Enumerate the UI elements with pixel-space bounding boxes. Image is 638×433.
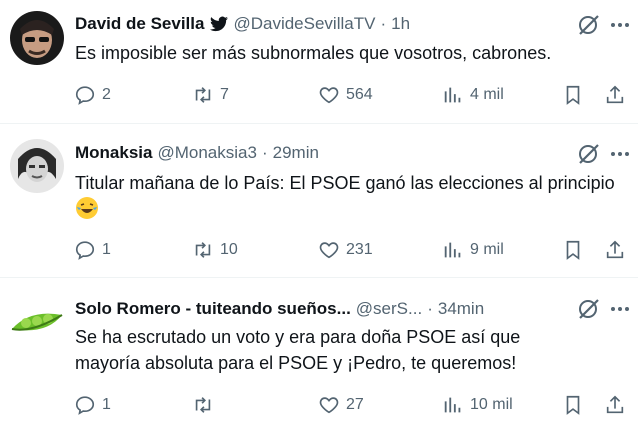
like-count: 27 — [346, 396, 364, 413]
tweet-text: Titular mañana de lo País: El PSOE ganó … — [75, 170, 616, 223]
views-count: 10 mil — [470, 396, 513, 413]
views-count: 4 mil — [470, 86, 504, 103]
like-count: 564 — [346, 86, 373, 103]
more-icon[interactable] — [610, 299, 630, 319]
tweet-text: Es imposible ser más subnormales que vos… — [75, 43, 552, 63]
grok-icon[interactable] — [576, 12, 602, 38]
retweet-button[interactable]: 7 — [192, 82, 229, 108]
share-icon — [606, 240, 624, 259]
heart-icon — [319, 242, 339, 259]
reply-count: 2 — [102, 86, 111, 103]
reply-icon — [75, 241, 95, 260]
tweet-text-line: Se ha escrutado un voto y era para doña … — [75, 327, 521, 347]
views-icon — [444, 397, 461, 413]
avatar[interactable] — [10, 295, 64, 349]
tweet-text: Se ha escrutado un voto y era para doña … — [75, 324, 616, 376]
author-name[interactable]: Solo Romero - tuiteando sueños... — [75, 299, 351, 319]
heart-icon — [319, 87, 339, 104]
author-handle[interactable]: @Monaksia3 — [157, 143, 256, 163]
bookmark-button[interactable] — [562, 392, 584, 418]
tweet-header: Solo Romero - tuiteando sueños... @serS.… — [75, 298, 564, 320]
retweet-button[interactable]: 10 — [192, 237, 238, 263]
timestamp[interactable]: 29min — [273, 143, 319, 163]
views-icon — [444, 87, 461, 103]
like-button[interactable]: 564 — [318, 82, 373, 108]
tweet-3[interactable]: Solo Romero - tuiteando sueños... @serS.… — [0, 278, 638, 433]
grok-icon[interactable] — [576, 296, 602, 322]
bookmark-icon — [566, 240, 580, 260]
share-button[interactable] — [604, 82, 626, 108]
tweet-feed: David de Sevilla @DavideSevillaTV · 1h E… — [0, 0, 638, 433]
like-button[interactable]: 231 — [318, 237, 373, 263]
twitter-bird-icon — [210, 16, 229, 32]
reply-button[interactable]: 1 — [74, 392, 111, 418]
retweet-count: 7 — [220, 86, 229, 103]
more-icon[interactable] — [610, 15, 630, 35]
reply-count: 1 — [102, 241, 111, 258]
separator-dot: · — [261, 143, 268, 162]
reply-icon — [75, 86, 95, 105]
author-handle[interactable]: @DavideSevillaTV — [233, 14, 375, 34]
retweet-button[interactable] — [192, 392, 220, 418]
bookmark-icon — [566, 85, 580, 105]
tweet-actions: 1 27 10 mil — [74, 392, 630, 418]
tweet-header: David de Sevilla @DavideSevillaTV · 1h — [75, 13, 564, 35]
share-icon — [606, 85, 624, 104]
reply-count: 1 — [102, 396, 111, 413]
tweet-header: Monaksia @Monaksia3 · 29min — [75, 142, 564, 164]
like-count: 231 — [346, 241, 373, 258]
retweet-icon — [195, 87, 211, 103]
views-count: 9 mil — [470, 241, 504, 258]
views-button[interactable]: 4 mil — [442, 82, 504, 108]
tweet-actions: 1 10 231 9 mil — [74, 237, 630, 263]
tweet-text-line: mayoría absoluta para el PSOE y ¡Pedro, … — [75, 353, 517, 373]
timestamp[interactable]: 34min — [438, 299, 484, 319]
author-name[interactable]: Monaksia — [75, 143, 152, 163]
grok-icon[interactable] — [576, 141, 602, 167]
author-name[interactable]: David de Sevilla — [75, 14, 204, 34]
tweet-actions: 2 7 564 4 mil — [74, 82, 630, 108]
tweet-2[interactable]: Monaksia @Monaksia3 · 29min Titular maña… — [0, 124, 638, 277]
share-button[interactable] — [604, 237, 626, 263]
like-button[interactable]: 27 — [318, 392, 364, 418]
heart-icon — [319, 397, 339, 414]
tweet-text-content: Titular mañana de lo País: El PSOE ganó … — [75, 173, 615, 193]
reply-icon — [75, 396, 95, 415]
more-icon[interactable] — [610, 144, 630, 164]
share-icon — [606, 395, 624, 414]
author-handle[interactable]: @serS... — [356, 299, 422, 319]
reply-button[interactable]: 1 — [74, 237, 111, 263]
views-icon — [444, 242, 461, 258]
bookmark-button[interactable] — [562, 237, 584, 263]
tweet-1[interactable]: David de Sevilla @DavideSevillaTV · 1h E… — [0, 0, 638, 123]
avatar[interactable] — [10, 139, 64, 193]
reply-button[interactable]: 2 — [74, 82, 111, 108]
bookmark-icon — [566, 395, 580, 415]
retweet-count: 10 — [220, 241, 238, 258]
share-button[interactable] — [604, 392, 626, 418]
views-button[interactable]: 10 mil — [442, 392, 513, 418]
retweet-icon — [195, 397, 211, 413]
avatar[interactable] — [10, 11, 64, 65]
retweet-icon — [195, 242, 211, 258]
timestamp[interactable]: 1h — [391, 14, 410, 34]
views-button[interactable]: 9 mil — [442, 237, 504, 263]
bookmark-button[interactable] — [562, 82, 584, 108]
laughing-emoji-icon — [75, 196, 99, 220]
separator-dot: · — [380, 14, 387, 33]
separator-dot: · — [427, 299, 433, 318]
